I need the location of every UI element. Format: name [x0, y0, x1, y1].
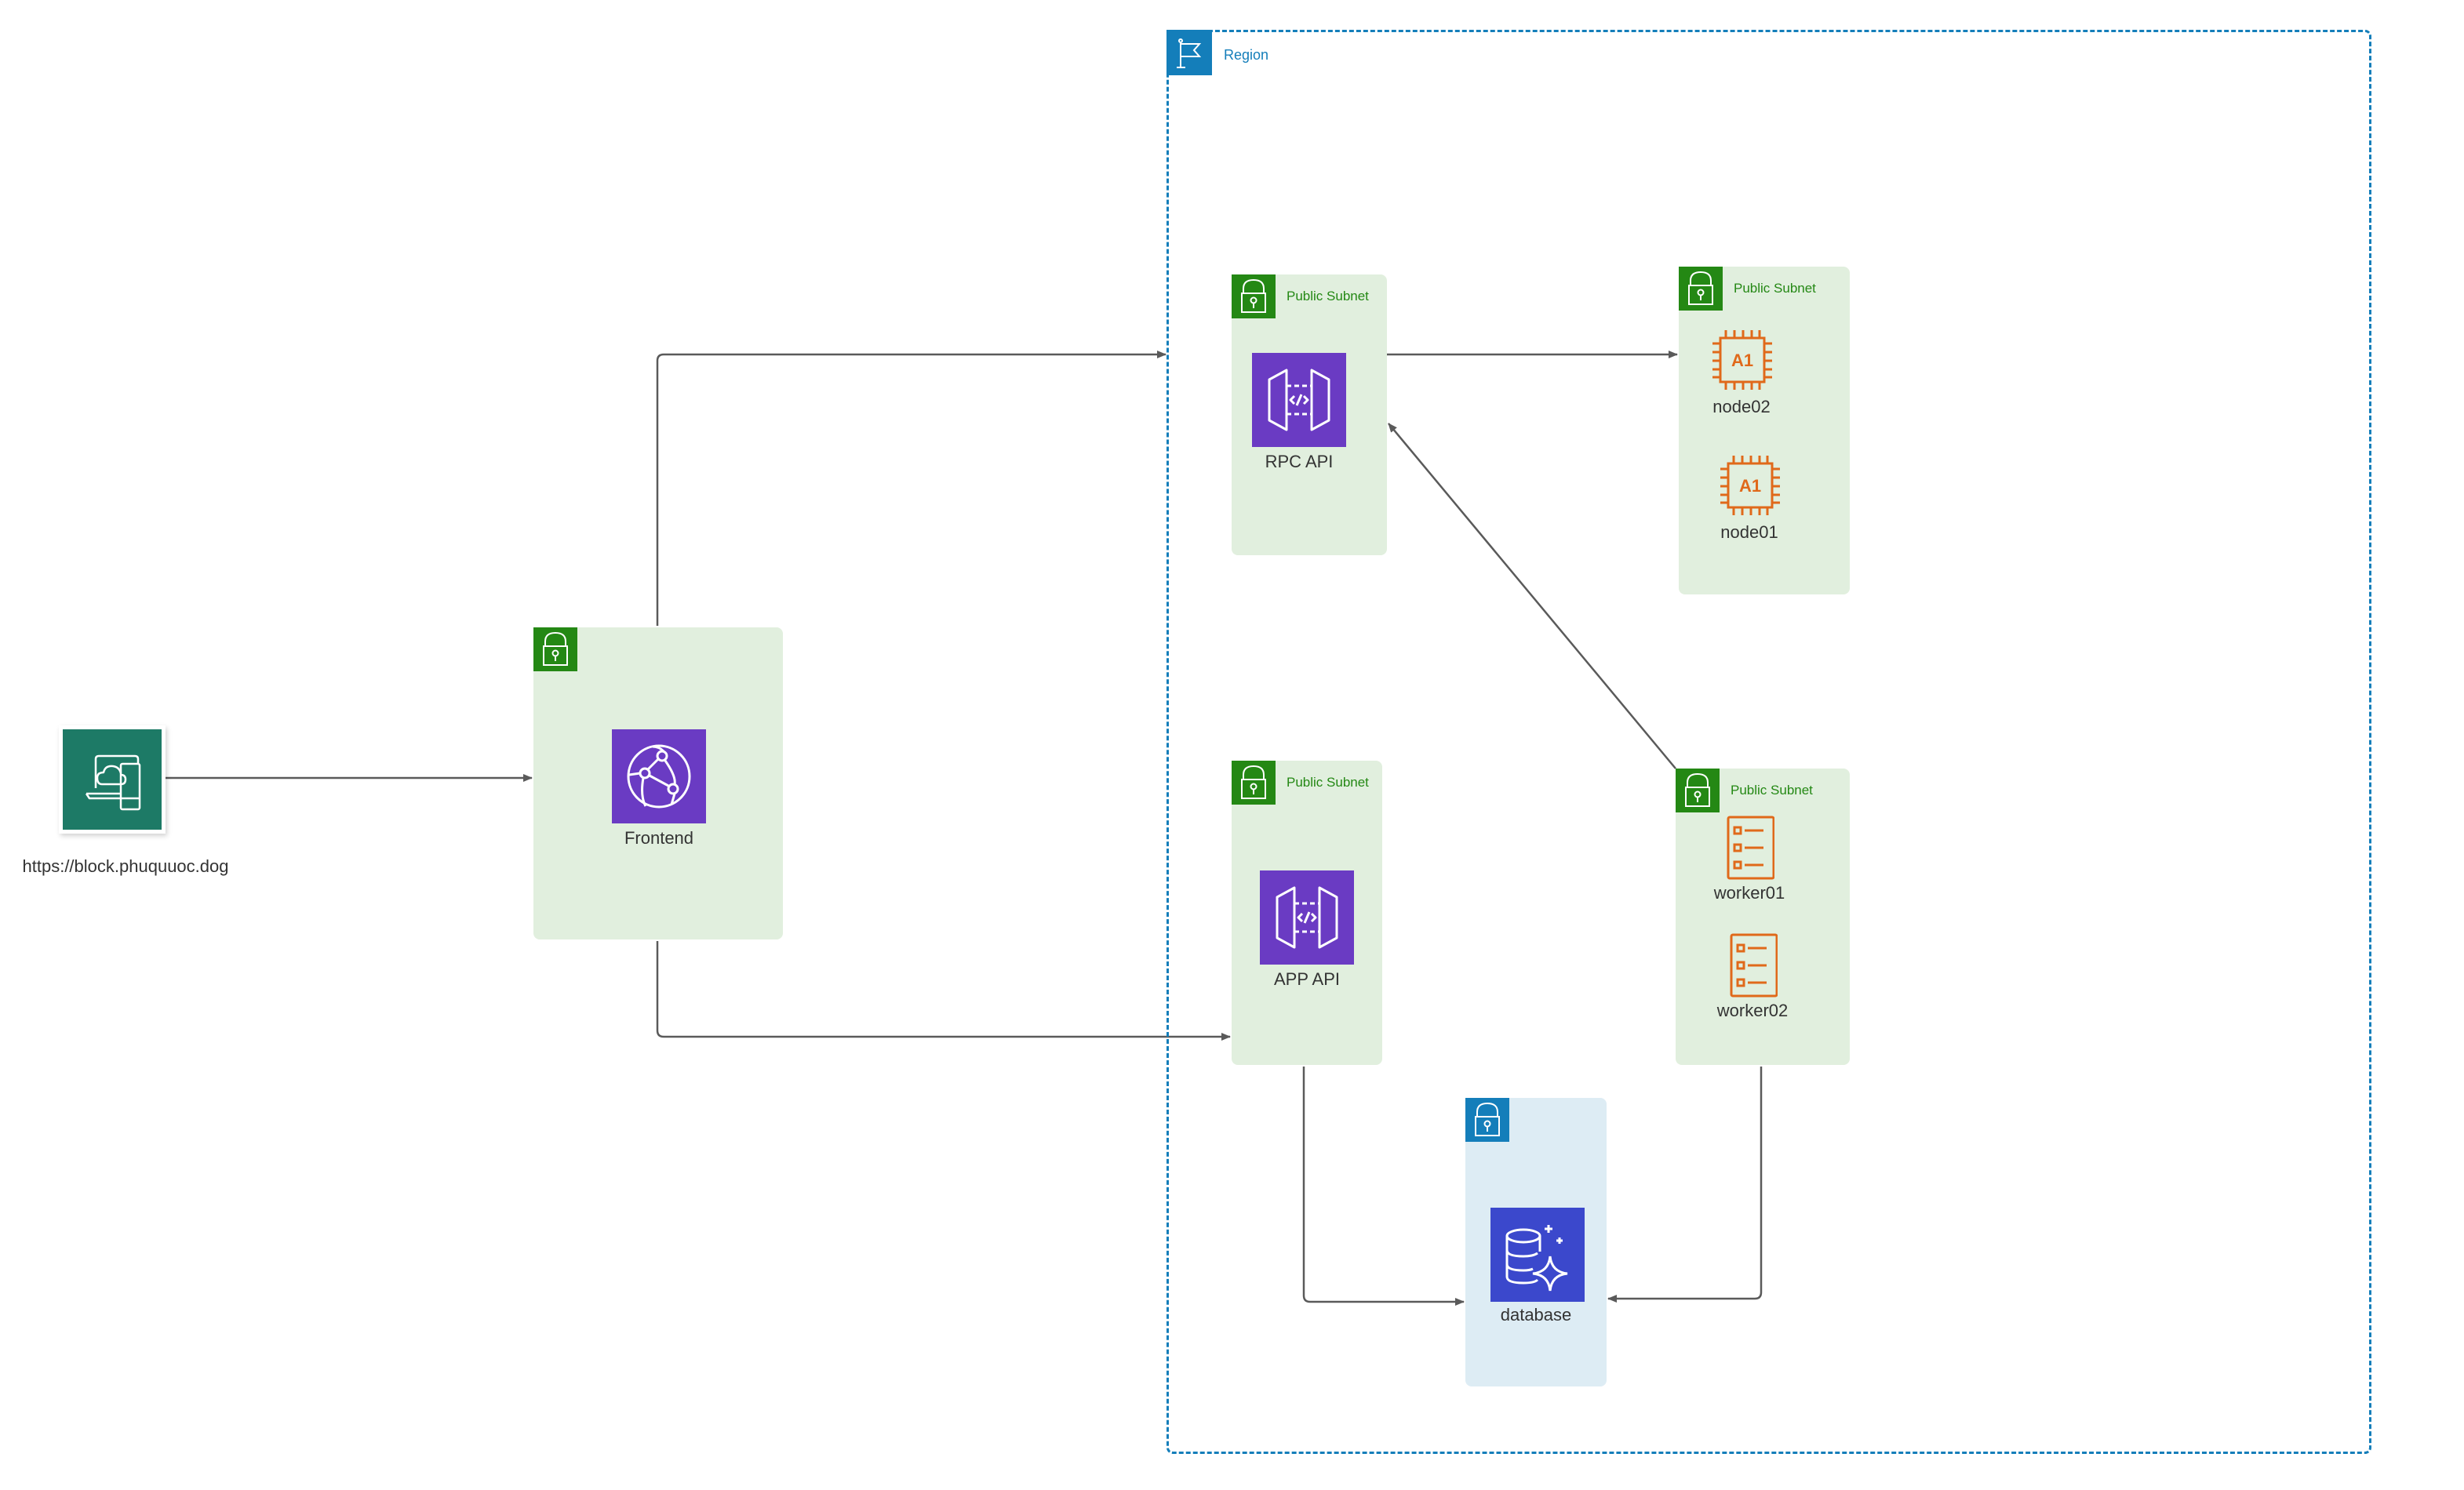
a1-instance-icon: A1	[1712, 330, 1772, 390]
client-url-label: https://block.phuquuoc.dog	[22, 856, 229, 876]
worker02-label: worker02	[1716, 1001, 1789, 1020]
api-gateway-icon	[1276, 886, 1338, 949]
worker01-label: worker01	[1713, 883, 1785, 903]
lock-icon	[533, 627, 577, 671]
task-list-icon	[1727, 816, 1775, 880]
lock-icon	[1232, 761, 1276, 805]
worker01-instance[interactable]	[1726, 816, 1775, 880]
node-subnet[interactable]: Public Subnet	[1679, 267, 1850, 594]
node01-instance[interactable]: A1	[1718, 453, 1782, 518]
cloudfront-globe-icon	[627, 744, 691, 809]
app-api-service[interactable]	[1260, 870, 1354, 965]
subnet-label: Public Subnet	[1731, 783, 1813, 798]
client-devices-cloud-icon	[85, 754, 141, 811]
subnet-label: Public Subnet	[1734, 281, 1816, 296]
client-node[interactable]	[63, 729, 162, 830]
region-container[interactable]: Region	[1166, 30, 2371, 1454]
flag-icon	[1166, 30, 1212, 75]
a1-instance-icon: A1	[1720, 456, 1780, 515]
rpc-api-service[interactable]	[1252, 353, 1346, 447]
node02-instance[interactable]: A1	[1710, 328, 1774, 392]
worker02-instance[interactable]	[1729, 933, 1778, 998]
frontend-service[interactable]	[612, 729, 706, 823]
database-service[interactable]	[1490, 1208, 1585, 1302]
frontend-label: Frontend	[624, 828, 694, 848]
subnet-label: Public Subnet	[1287, 775, 1369, 790]
node02-label: node02	[1712, 397, 1771, 416]
region-label: Region	[1224, 47, 1269, 63]
subnet-label: Public Subnet	[1287, 289, 1369, 303]
api-gateway-icon	[1268, 369, 1330, 431]
rpc-api-label: RPC API	[1265, 452, 1334, 471]
lock-icon	[1679, 267, 1723, 311]
connector-frontend-to-rpc-api	[656, 351, 1166, 626]
task-list-icon	[1730, 933, 1778, 998]
svg-text:A1: A1	[1739, 476, 1761, 496]
app-api-label: APP API	[1274, 969, 1340, 989]
lock-icon	[1232, 274, 1276, 318]
svg-text:A1: A1	[1731, 351, 1753, 370]
database-label: database	[1500, 1305, 1572, 1325]
connector-frontend-to-app-api	[656, 941, 1231, 1041]
lock-icon	[1676, 769, 1720, 812]
lock-icon	[1465, 1098, 1509, 1142]
aurora-database-icon	[1505, 1225, 1568, 1292]
node01-label: node01	[1720, 522, 1778, 542]
